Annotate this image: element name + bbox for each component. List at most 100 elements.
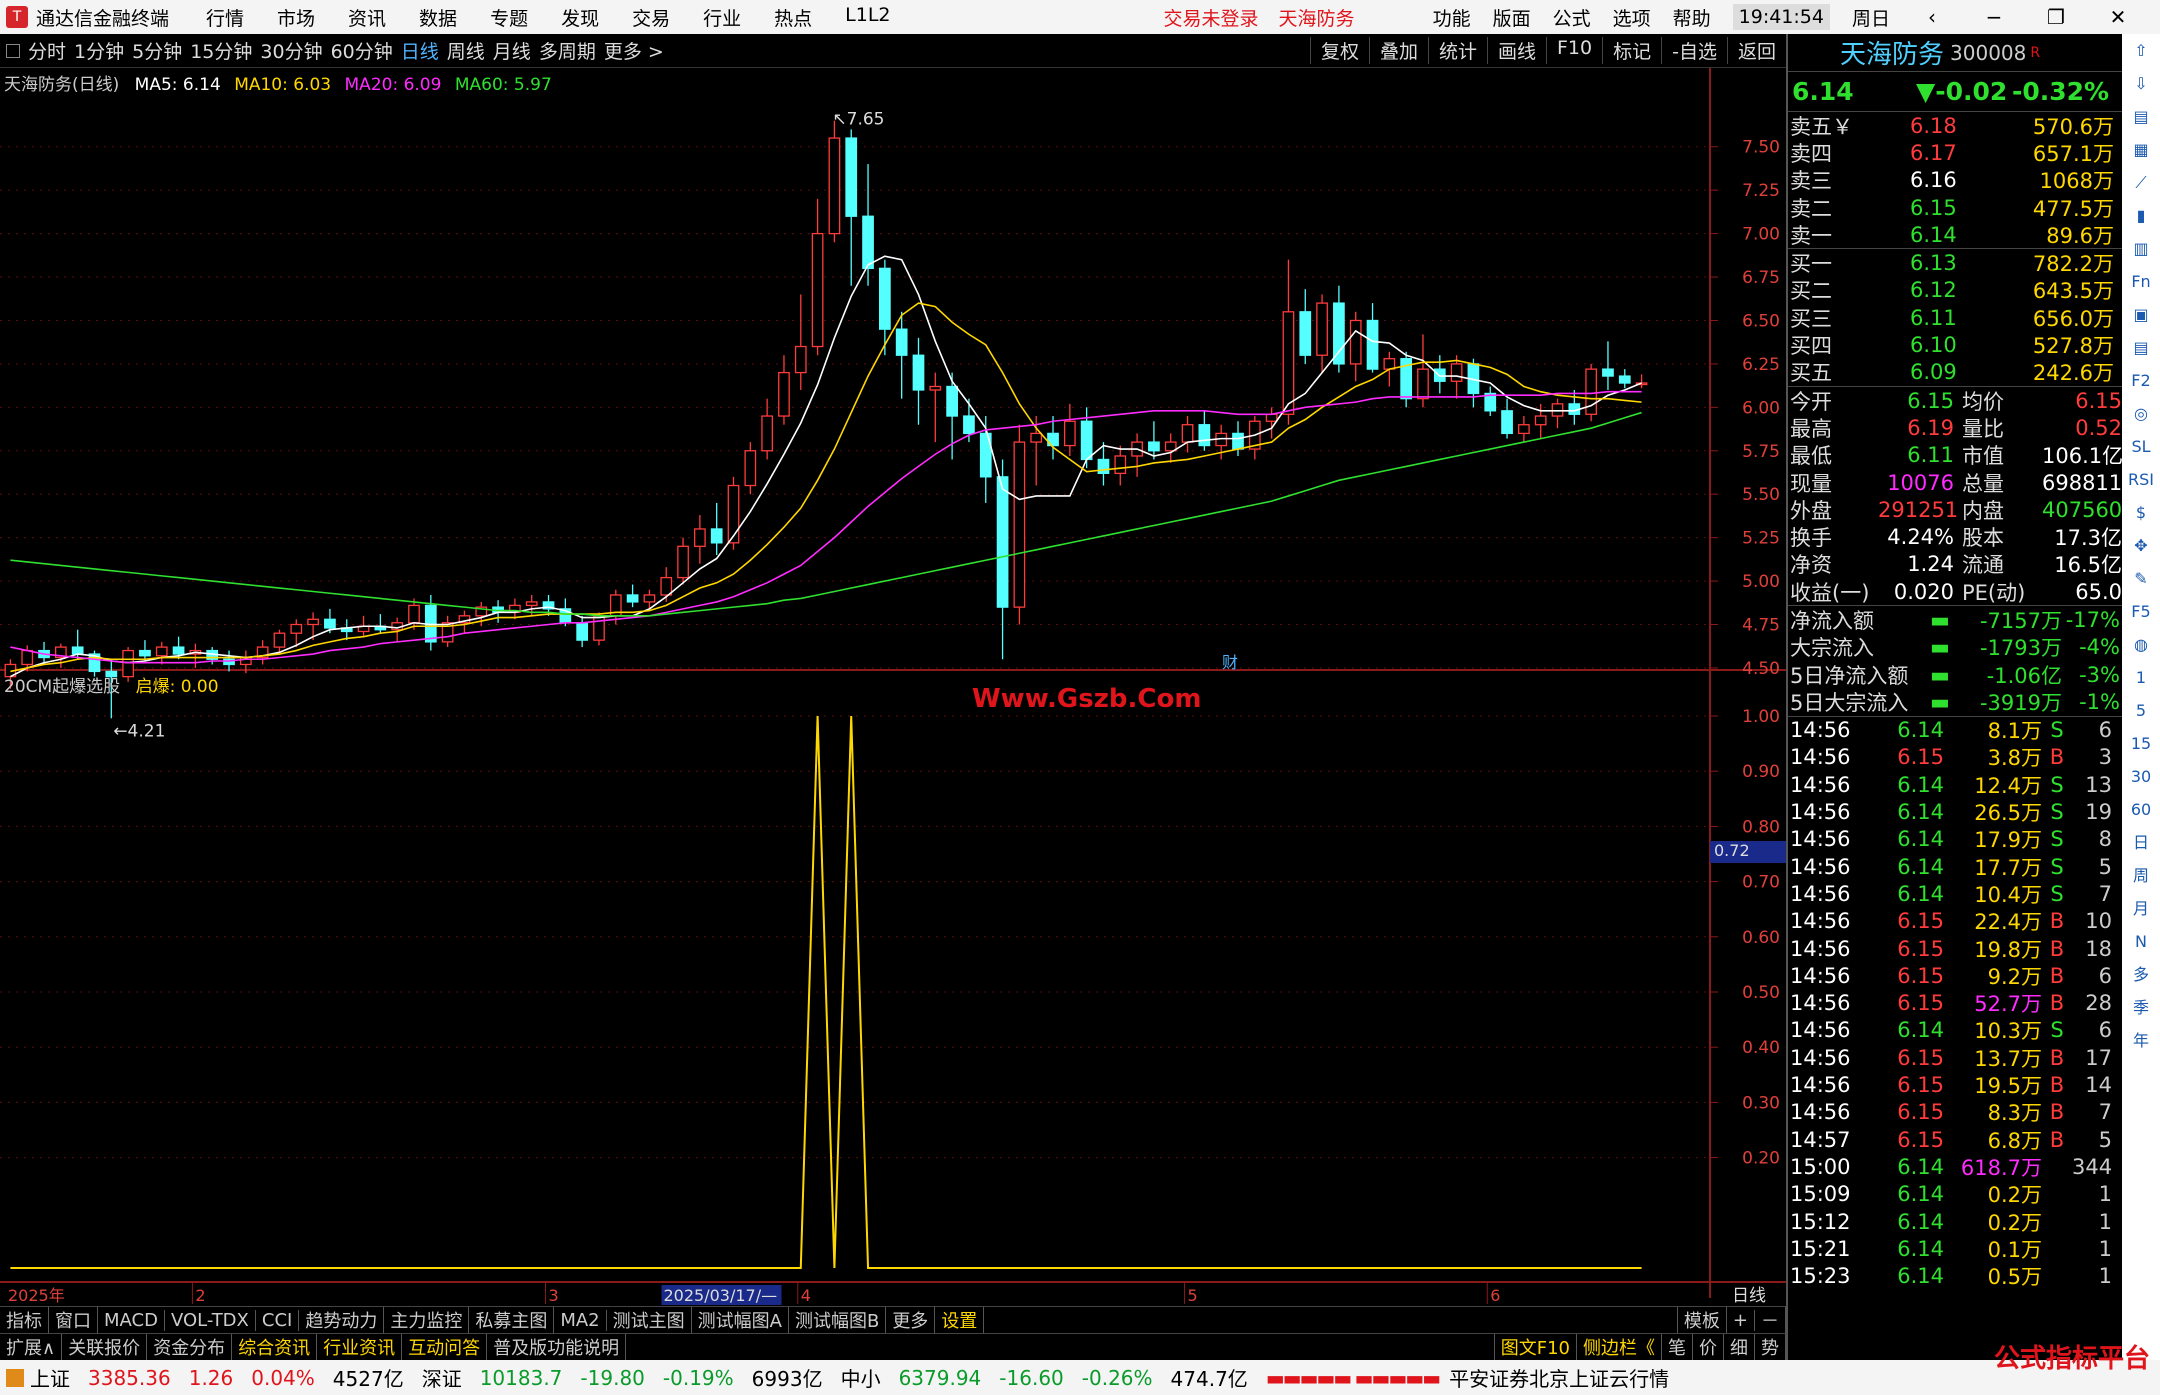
tool-f10[interactable]: F10: [1546, 37, 1602, 64]
sidebar-button-icon[interactable]: ◎: [2122, 397, 2160, 430]
tab-fund-dist[interactable]: 资金分布: [147, 1334, 233, 1360]
tool-back[interactable]: 返回: [1726, 37, 1786, 64]
tab-multi-period[interactable]: 多周期: [539, 37, 596, 64]
tool-overlay[interactable]: 叠加: [1368, 37, 1428, 64]
tab-macd[interactable]: MACD: [98, 1309, 165, 1331]
tab-edition-info[interactable]: 普及版功能说明: [487, 1334, 627, 1360]
tab-vol[interactable]: VOL-TDX: [165, 1309, 256, 1331]
sidebar-button-icon[interactable]: 30: [2122, 760, 2160, 793]
menu-trade[interactable]: 交易: [632, 4, 670, 31]
tab-settings[interactable]: 设置: [935, 1307, 985, 1333]
menu-options[interactable]: 选项: [1613, 4, 1651, 31]
tab-ma2[interactable]: MA2: [554, 1309, 607, 1331]
status-icon[interactable]: [6, 1368, 24, 1387]
tab-price[interactable]: 价: [1693, 1334, 1724, 1360]
panel-toggle-icon[interactable]: [6, 43, 20, 58]
sidebar-button-icon[interactable]: 60: [2122, 793, 2160, 826]
restore-icon[interactable]: ❐: [2036, 5, 2076, 29]
tab-template[interactable]: 模板: [1676, 1307, 1727, 1333]
chart-area[interactable]: 7.50 7.25 7.00 6.75 6.50 6.25 6.00 5.75 5.50 5.25…: [0, 68, 1786, 1316]
menu-industry[interactable]: 行业: [703, 4, 741, 31]
login-warning[interactable]: 交易未登录: [1164, 4, 1259, 31]
tool-watchlist[interactable]: -自选: [1661, 37, 1727, 64]
tab-f10-graphic[interactable]: 图文F10: [1493, 1334, 1577, 1360]
tab-1min[interactable]: 1分钟: [74, 37, 124, 64]
sidebar-button-icon[interactable]: 季: [2122, 991, 2160, 1024]
sidebar-button-icon[interactable]: 15: [2122, 727, 2160, 760]
sidebar-button-icon[interactable]: ▦: [2122, 133, 2160, 166]
sidebar-button-icon[interactable]: F2: [2122, 364, 2160, 397]
sidebar-button-icon[interactable]: $: [2122, 496, 2160, 529]
tab-qa[interactable]: 互动问答: [402, 1334, 488, 1360]
menu-data[interactable]: 数据: [419, 4, 457, 31]
sidebar-button-icon[interactable]: ▣: [2122, 298, 2160, 331]
tab-test-main[interactable]: 测试主图: [607, 1307, 692, 1333]
tab-test-b[interactable]: 测试幅图B: [789, 1307, 887, 1333]
tool-stats[interactable]: 统计: [1427, 37, 1487, 64]
tab-more-ind[interactable]: 更多: [886, 1307, 936, 1333]
sidebar-button-icon[interactable]: ▤: [2122, 331, 2160, 364]
sidebar-button-icon[interactable]: F5: [2122, 595, 2160, 628]
sidebar-button-icon[interactable]: ✎: [2122, 562, 2160, 595]
tab-industry-news[interactable]: 行业资讯: [317, 1334, 403, 1360]
minimize-icon[interactable]: −: [1974, 5, 2014, 29]
add-window-button[interactable]: +: [1727, 1309, 1755, 1331]
sidebar-button-icon[interactable]: ✥: [2122, 529, 2160, 562]
tick-list[interactable]: 14:56 6.14 8.1万 S 6 14:56 6.15 3.8万 B 3 14:56 6.14 1…: [1788, 717, 2122, 1290]
tool-adjust[interactable]: 复权: [1309, 37, 1369, 64]
sidebar-button-icon[interactable]: ⇧: [2122, 34, 2160, 67]
tool-draw[interactable]: 画线: [1486, 37, 1546, 64]
menu-discover[interactable]: 发现: [561, 4, 599, 31]
tab-general-news[interactable]: 综合资讯: [232, 1334, 318, 1360]
sidebar-button-icon[interactable]: 1: [2122, 661, 2160, 694]
tab-timeshare[interactable]: 分时: [28, 37, 66, 64]
sidebar-button-icon[interactable]: 年: [2122, 1024, 2160, 1057]
menu-formula[interactable]: 公式: [1553, 4, 1591, 31]
kline-chart-svg[interactable]: 7.50 7.25 7.00 6.75 6.50 6.25 6.00 5.75 5.50 5.25…: [0, 68, 1786, 1306]
menu-news[interactable]: 资讯: [348, 4, 386, 31]
menu-market[interactable]: 市场: [277, 4, 315, 31]
menu-l1l2[interactable]: L1L2: [845, 4, 890, 31]
tool-mark[interactable]: 标记: [1602, 37, 1661, 64]
menu-hot[interactable]: 热点: [774, 4, 812, 31]
tab-main-monitor[interactable]: 主力监控: [384, 1307, 470, 1333]
close-icon[interactable]: ✕: [2098, 5, 2138, 29]
sidebar-button-icon[interactable]: ▮: [2122, 199, 2160, 232]
sidebar-button-icon[interactable]: N: [2122, 925, 2160, 958]
tab-test-a[interactable]: 测试幅图A: [692, 1307, 789, 1333]
tab-sidebar[interactable]: 侧边栏《: [1577, 1334, 1662, 1360]
sidebar-button-icon[interactable]: Fn: [2122, 265, 2160, 298]
zx-label[interactable]: 中小: [841, 1363, 881, 1392]
sidebar-button-icon[interactable]: ⇩: [2122, 67, 2160, 100]
menu-quotes[interactable]: 行情: [206, 4, 244, 31]
tab-private-main[interactable]: 私募主图: [469, 1307, 555, 1333]
sidebar-button-icon[interactable]: 多: [2122, 958, 2160, 991]
back-icon[interactable]: ‹: [1912, 5, 1952, 29]
menu-function[interactable]: 功能: [1433, 4, 1471, 31]
tab-more[interactable]: 更多 >: [604, 37, 664, 64]
tab-indicator[interactable]: 指标: [0, 1307, 49, 1333]
tab-cci[interactable]: CCI: [256, 1309, 300, 1331]
sidebar-button-icon[interactable]: RSI: [2122, 463, 2160, 496]
sh-label[interactable]: 上证: [30, 1363, 70, 1392]
sidebar-button-icon[interactable]: 月: [2122, 892, 2160, 925]
sidebar-button-icon[interactable]: SL: [2122, 430, 2160, 463]
sidebar-button-icon[interactable]: ⟋: [2122, 166, 2160, 199]
tab-trend[interactable]: 趋势动力: [299, 1307, 385, 1333]
tab-weekly[interactable]: 周线: [447, 37, 485, 64]
tab-5min[interactable]: 5分钟: [132, 37, 182, 64]
sidebar-button-icon[interactable]: ▥: [2122, 232, 2160, 265]
sidebar-button-icon[interactable]: ▤: [2122, 100, 2160, 133]
tab-60min[interactable]: 60分钟: [331, 37, 393, 64]
sidebar-button-icon[interactable]: 周: [2122, 859, 2160, 892]
tab-detail[interactable]: 细: [1724, 1334, 1755, 1360]
sidebar-button-icon[interactable]: 5: [2122, 694, 2160, 727]
finance-marker[interactable]: 财: [1222, 649, 1238, 673]
tab-expand[interactable]: 扩展∧: [0, 1334, 63, 1360]
menu-layout[interactable]: 版面: [1493, 4, 1531, 31]
tab-monthly[interactable]: 月线: [493, 37, 531, 64]
remove-window-button[interactable]: －: [1755, 1307, 1786, 1333]
sz-label[interactable]: 深证: [422, 1363, 462, 1392]
tab-15min[interactable]: 15分钟: [190, 37, 252, 64]
server-name[interactable]: 平安证券北京上证云行情: [1449, 1363, 1669, 1392]
